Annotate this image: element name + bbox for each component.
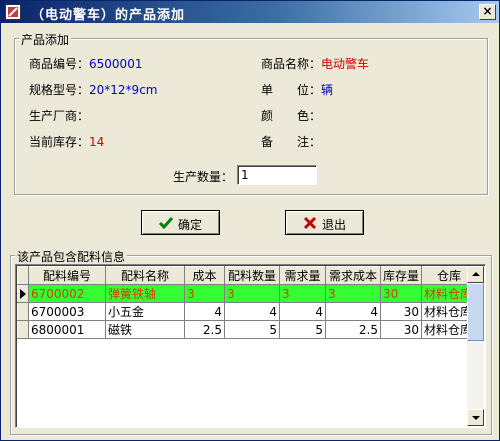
arrow-down-icon bbox=[472, 416, 480, 420]
column-header[interactable]: 需求成本 bbox=[325, 266, 381, 285]
name-label: 商品名称： bbox=[261, 57, 322, 71]
product-group-label: 产品添加 bbox=[19, 31, 72, 48]
app-icon bbox=[5, 4, 21, 20]
spec-row: 规格型号：20*12*9cm bbox=[29, 81, 157, 98]
note-row: 备 注： bbox=[261, 133, 321, 150]
cell[interactable]: 30 bbox=[379, 320, 423, 339]
ok-button[interactable]: 确定 bbox=[141, 210, 220, 235]
cell[interactable]: 6700002 bbox=[28, 284, 106, 303]
column-header[interactable]: 配料数量 bbox=[224, 266, 280, 285]
unit-value: 辆 bbox=[321, 83, 334, 97]
cell[interactable]: 小五金 bbox=[105, 302, 185, 321]
check-icon bbox=[158, 215, 174, 231]
close-button[interactable]: × bbox=[479, 4, 496, 20]
qty-label: 生产数量： bbox=[173, 170, 234, 184]
color-label: 颜 色： bbox=[261, 109, 322, 123]
spec-value: 20*12*9cm bbox=[89, 83, 158, 97]
cell[interactable]: 2.5 bbox=[325, 320, 381, 339]
parts-table: 配料编号 配料名称 成本 配料数量 需求量 需求成本 库存量 仓库 670000… bbox=[17, 266, 478, 339]
current-row-icon bbox=[20, 289, 26, 299]
exit-button[interactable]: 退出 bbox=[285, 210, 364, 235]
cell[interactable]: 4 bbox=[279, 302, 326, 321]
cell[interactable]: 3 bbox=[325, 284, 381, 303]
maker-row: 生产厂商： bbox=[29, 107, 89, 124]
cell[interactable]: 30 bbox=[379, 284, 423, 303]
table-row[interactable]: 6700002 弹簧铁轴 3 3 3 3 30 材料仓库 bbox=[17, 284, 478, 303]
ok-label: 确定 bbox=[178, 218, 203, 232]
scroll-thumb[interactable] bbox=[467, 283, 484, 341]
stock-row: 当前库存：14 bbox=[29, 133, 104, 150]
column-header[interactable]: 需求量 bbox=[279, 266, 326, 285]
window-title: （电动警车）的产品添加 bbox=[31, 8, 186, 23]
stock-value: 14 bbox=[89, 135, 105, 149]
column-header[interactable]: 库存量 bbox=[379, 266, 423, 285]
column-header[interactable]: 配料名称 bbox=[105, 266, 185, 285]
row-indicator bbox=[17, 320, 29, 339]
table-row[interactable]: 6800001 磁铁 2.5 5 5 2.5 30 材料仓库 bbox=[17, 320, 478, 339]
cell[interactable]: 3 bbox=[279, 284, 326, 303]
header-row: 配料编号 配料名称 成本 配料数量 需求量 需求成本 库存量 仓库 bbox=[17, 266, 478, 285]
cell[interactable]: 3 bbox=[184, 284, 225, 303]
vertical-scrollbar[interactable] bbox=[467, 266, 484, 426]
code-row: 商品编号：6500001 bbox=[29, 55, 142, 72]
cell[interactable]: 6800001 bbox=[28, 320, 106, 339]
cell[interactable]: 磁铁 bbox=[105, 320, 185, 339]
parts-grid[interactable]: 配料编号 配料名称 成本 配料数量 需求量 需求成本 库存量 仓库 670000… bbox=[15, 264, 486, 428]
stock-label: 当前库存： bbox=[29, 135, 90, 149]
cell[interactable]: 2.5 bbox=[184, 320, 225, 339]
row-indicator bbox=[17, 284, 29, 303]
name-value: 电动警车 bbox=[321, 57, 370, 71]
maker-label: 生产厂商： bbox=[29, 109, 90, 123]
cell[interactable]: 4 bbox=[224, 302, 280, 321]
unit-label: 单 位： bbox=[261, 83, 322, 97]
code-value: 6500001 bbox=[89, 57, 143, 71]
column-header[interactable]: 配料编号 bbox=[28, 266, 106, 285]
cell[interactable]: 4 bbox=[184, 302, 225, 321]
table-row[interactable]: 6700003 小五金 4 4 4 4 30 材料仓库 bbox=[17, 302, 478, 321]
qty-input[interactable]: 1 bbox=[237, 165, 317, 185]
cell[interactable]: 30 bbox=[379, 302, 423, 321]
header-corner bbox=[17, 266, 29, 285]
row-indicator bbox=[17, 302, 29, 321]
color-row: 颜 色： bbox=[261, 107, 321, 124]
arrow-up-icon bbox=[472, 272, 480, 276]
title-bar[interactable]: （电动警车）的产品添加 × bbox=[1, 1, 499, 23]
cell[interactable]: 4 bbox=[325, 302, 381, 321]
x-icon bbox=[302, 215, 318, 231]
code-label: 商品编号： bbox=[29, 57, 90, 71]
note-label: 备 注： bbox=[261, 135, 322, 149]
cell[interactable]: 6700003 bbox=[28, 302, 106, 321]
dialog-window: （电动警车）的产品添加 × 产品添加 商品编号：6500001 商品名称：电动警… bbox=[0, 0, 500, 441]
name-row: 商品名称：电动警车 bbox=[261, 55, 369, 72]
cell[interactable]: 3 bbox=[224, 284, 280, 303]
unit-row: 单 位：辆 bbox=[261, 81, 333, 98]
scroll-up-button[interactable] bbox=[467, 266, 484, 283]
parts-group-label: 该产品包含配料信息 bbox=[15, 248, 128, 265]
cell[interactable]: 5 bbox=[224, 320, 280, 339]
spec-label: 规格型号： bbox=[29, 83, 90, 97]
cell[interactable]: 5 bbox=[279, 320, 326, 339]
column-header[interactable]: 成本 bbox=[184, 266, 225, 285]
exit-label: 退出 bbox=[322, 218, 347, 232]
scroll-down-button[interactable] bbox=[467, 409, 484, 426]
cell[interactable]: 弹簧铁轴 bbox=[105, 284, 185, 303]
